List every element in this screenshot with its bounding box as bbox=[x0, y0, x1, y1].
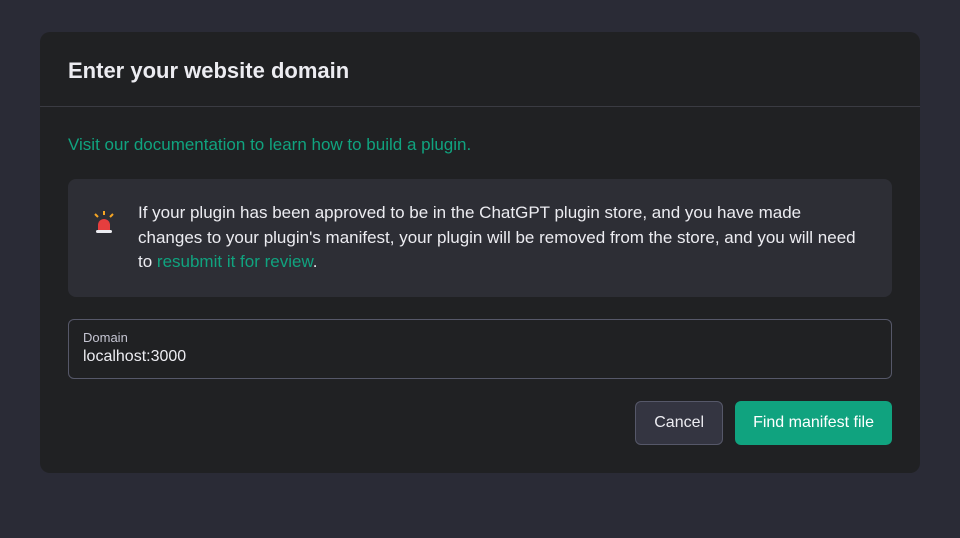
button-row: Cancel Find manifest file bbox=[68, 401, 892, 445]
documentation-link[interactable]: Visit our documentation to learn how to … bbox=[68, 135, 471, 155]
modal-title: Enter your website domain bbox=[68, 58, 892, 84]
cancel-button[interactable]: Cancel bbox=[635, 401, 723, 445]
warning-text: If your plugin has been approved to be i… bbox=[138, 201, 868, 275]
domain-input[interactable] bbox=[83, 348, 877, 366]
warning-text-after: . bbox=[313, 252, 318, 271]
modal-header: Enter your website domain bbox=[40, 32, 920, 107]
domain-input-label: Domain bbox=[83, 330, 877, 345]
find-manifest-button[interactable]: Find manifest file bbox=[735, 401, 892, 445]
modal-body: Visit our documentation to learn how to … bbox=[40, 107, 920, 473]
domain-input-wrapper[interactable]: Domain bbox=[68, 319, 892, 379]
resubmit-link[interactable]: resubmit it for review bbox=[157, 252, 313, 271]
siren-icon bbox=[92, 211, 116, 235]
plugin-domain-modal: Enter your website domain Visit our docu… bbox=[40, 32, 920, 473]
warning-box: If your plugin has been approved to be i… bbox=[68, 179, 892, 297]
